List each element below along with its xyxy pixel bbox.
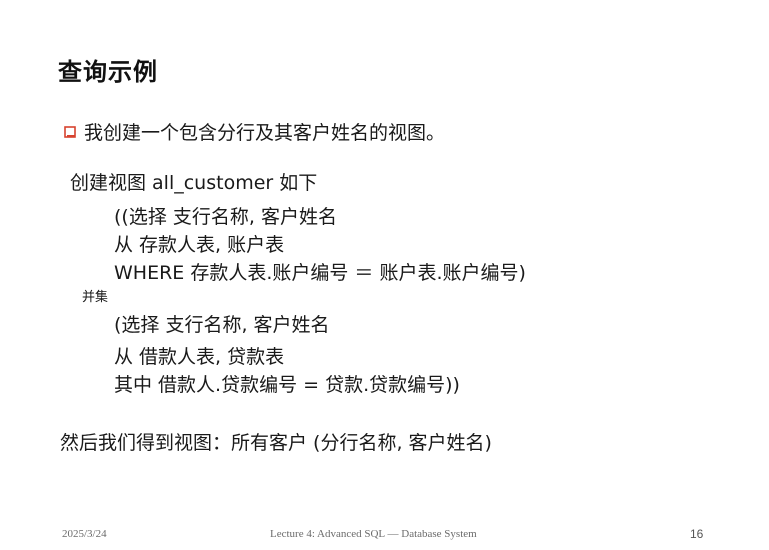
- slide-title: 查询示例: [58, 58, 158, 86]
- select-line-1: ((选择 支行名称, 客户姓名: [114, 206, 337, 228]
- where-line-2: 其中 借款人.贷款编号 = 贷款.贷款编号)): [114, 374, 460, 396]
- from-line-1: 从 存款人表, 账户表: [114, 234, 285, 256]
- select-line-2: (选择 支行名称, 客户姓名: [114, 314, 330, 336]
- footer-title: Lecture 4: Advanced SQL — Database Syste…: [270, 528, 477, 540]
- from-line-2: 从 借款人表, 贷款表: [114, 346, 285, 368]
- square-bullet-icon: [64, 125, 76, 138]
- footer-page-number: 16: [690, 527, 704, 541]
- union-line: 并集: [82, 290, 109, 305]
- create-view-line: 创建视图 all_customer 如下: [70, 172, 318, 194]
- bullet-item: 我创建一个包含分行及其客户姓名的视图。: [64, 118, 445, 145]
- bullet-text: 我创建一个包含分行及其客户姓名的视图。: [84, 122, 446, 144]
- where-line: WHERE 存款人表.账户编号 ＝ 账户表.账户编号): [114, 262, 526, 284]
- footer-date: 2025/3/24: [62, 528, 107, 540]
- conclusion-text: 然后我们得到视图：所有客户 (分行名称, 客户姓名): [60, 432, 492, 454]
- slide: 查询示例 我创建一个包含分行及其客户姓名的视图。 创建视图 all_custom…: [0, 0, 769, 550]
